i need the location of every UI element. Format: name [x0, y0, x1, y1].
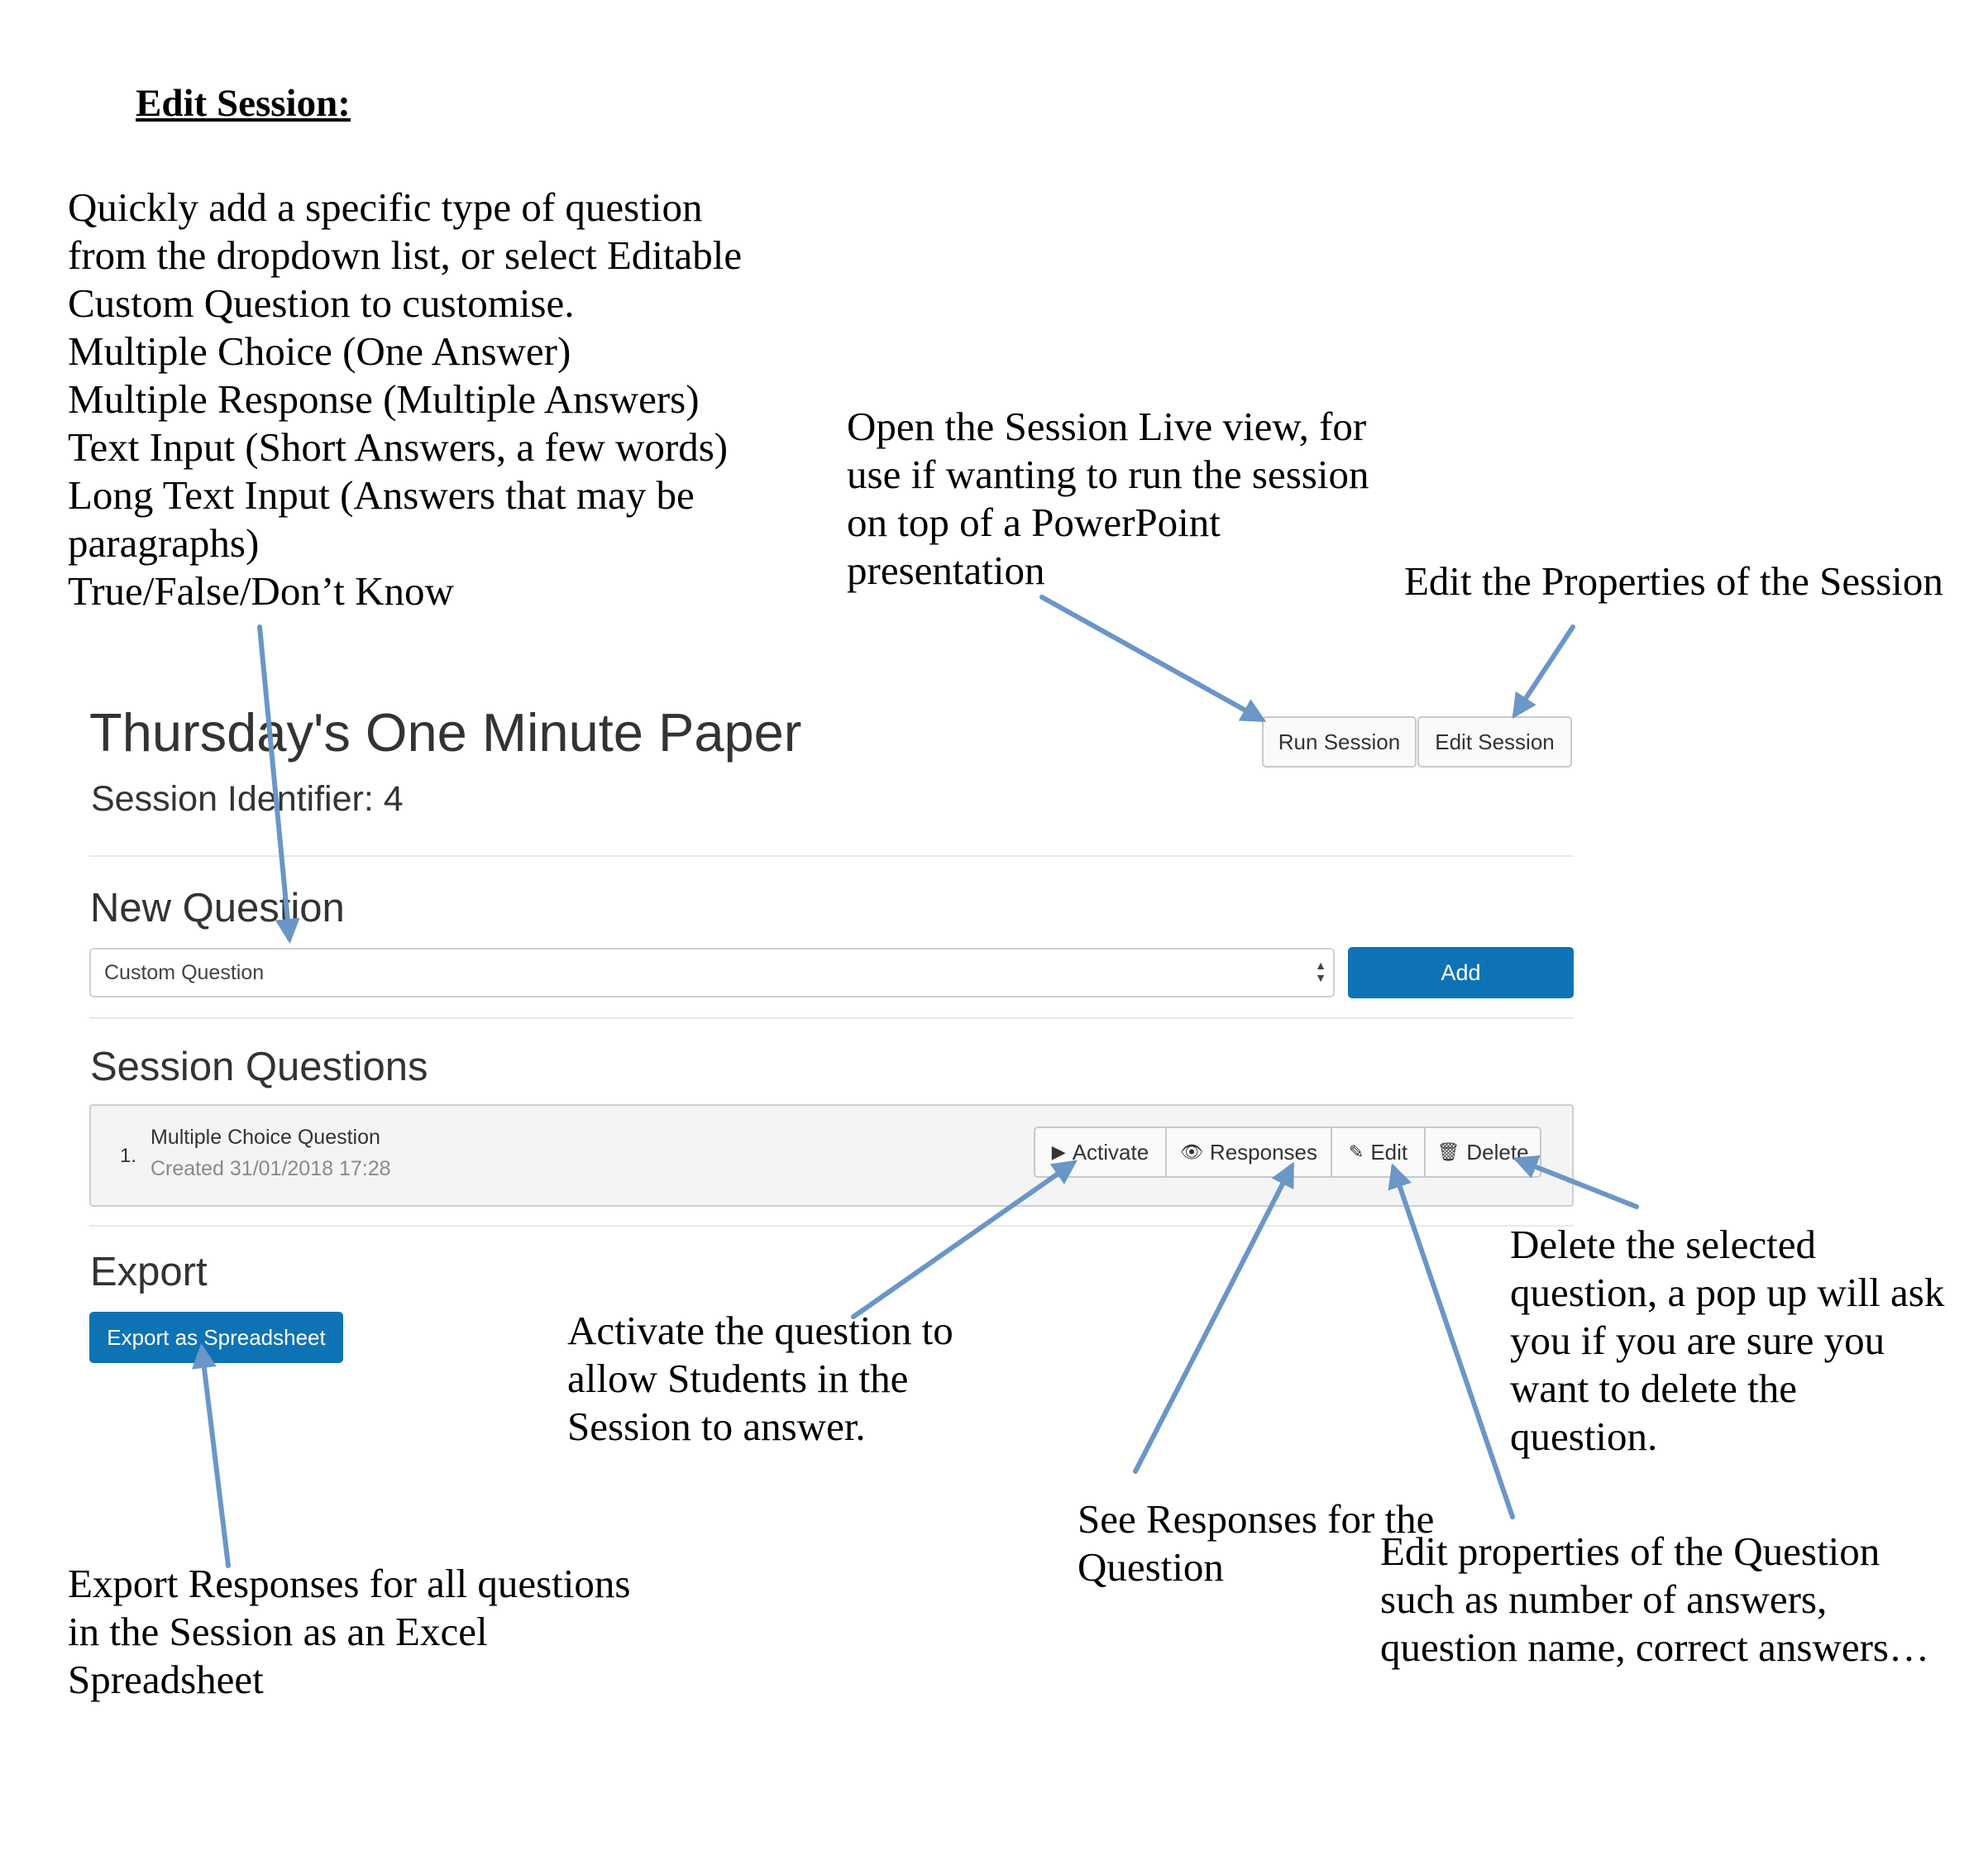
arrow-run-session	[1039, 595, 1267, 722]
export-heading: Export	[90, 1250, 208, 1294]
note-line: Edit the Properties of the Session	[1404, 558, 1943, 604]
select-arrows-icon: ▲ ▼	[1315, 959, 1326, 984]
activate-button[interactable]: ▶ Activate	[1034, 1127, 1167, 1178]
divider	[89, 855, 1574, 857]
note-line: Delete the selected	[1510, 1222, 1817, 1267]
edit-label: Edit	[1370, 1139, 1408, 1165]
note-line: Spreadsheet	[68, 1657, 264, 1702]
note-line: Session to answer.	[567, 1404, 866, 1449]
arrow-responses	[1133, 1161, 1294, 1474]
note-edit-session: Edit the Properties of the Session	[1404, 557, 1943, 605]
question-type-select[interactable]: Custom Question ▲ ▼	[89, 948, 1335, 997]
note-line: Multiple Response (Multiple Answers)	[68, 376, 700, 422]
delete-question-button[interactable]: 🗑 Delete	[1424, 1127, 1541, 1178]
note-new-question: Quickly add a specific type of question …	[68, 184, 742, 615]
note-run-session: Open the Session Live view, for use if w…	[847, 403, 1369, 595]
delete-label: Delete	[1466, 1139, 1529, 1165]
note-delete: Delete the selected question, a pop up w…	[1510, 1221, 1944, 1461]
select-value: Custom Question	[104, 960, 265, 984]
note-line: Open the Session Live view, for	[847, 404, 1367, 449]
eye-icon: 👁	[1179, 1141, 1203, 1162]
note-line: Custom Question to customise.	[68, 280, 575, 326]
run-session-button[interactable]: Run Session	[1262, 716, 1417, 768]
new-question-heading: New Question	[90, 886, 345, 930]
edit-session-button[interactable]: Edit Session	[1417, 716, 1572, 768]
play-icon: ▶	[1051, 1141, 1066, 1162]
note-line: question, a pop up will ask	[1510, 1270, 1945, 1315]
arrow-edit-question	[1388, 1163, 1515, 1519]
note-line: you if you are sure you	[1510, 1318, 1885, 1363]
question-number: 1.	[120, 1145, 137, 1167]
note-line: such as number of answers,	[1380, 1576, 1828, 1622]
note-line: presentation	[847, 548, 1045, 593]
note-export: Export Responses for all questions in th…	[68, 1560, 630, 1704]
responses-button[interactable]: 👁 Responses	[1165, 1127, 1332, 1178]
note-line: from the dropdown list, or select Editab…	[68, 232, 743, 278]
note-line: Edit properties of the Question	[1380, 1528, 1880, 1574]
arrow-edit-session	[1512, 624, 1575, 720]
note-line: Multiple Choice (One Answer)	[68, 328, 571, 374]
question-actions: ▶ Activate 👁 Responses ✎ Edit 🗑 Delete	[1034, 1127, 1541, 1178]
note-edit-question: Edit properties of the Question such as …	[1380, 1528, 1929, 1672]
note-line: Activate the question to	[567, 1308, 953, 1353]
responses-label: Responses	[1209, 1139, 1317, 1165]
note-line: on top of a PowerPoint	[847, 500, 1221, 545]
note-line: True/False/Don’t Know	[68, 568, 454, 614]
edit-question-button[interactable]: ✎ Edit	[1331, 1127, 1426, 1178]
note-line: Export Responses for all questions	[68, 1561, 631, 1606]
divider	[89, 1017, 1574, 1019]
note-line: Long Text Input (Answers that may be	[68, 472, 695, 518]
note-line: paragraphs)	[68, 520, 260, 566]
add-question-button[interactable]: Add	[1348, 947, 1574, 998]
question-name: Multiple Choice Question	[151, 1126, 380, 1149]
note-line: use if wanting to run the session	[847, 452, 1369, 497]
activate-label: Activate	[1072, 1139, 1149, 1165]
session-identifier: Session Identifier: 4	[91, 779, 404, 819]
session-title: Thursday's One Minute Paper	[89, 702, 802, 763]
question-created-date: Created 31/01/2018 17:28	[151, 1157, 391, 1180]
note-line: Quickly add a specific type of question	[68, 184, 703, 230]
trash-icon: 🗑	[1436, 1141, 1460, 1162]
arrow-export	[192, 1343, 231, 1568]
document-heading: Edit Session:	[136, 82, 351, 125]
session-questions-heading: Session Questions	[90, 1045, 428, 1089]
note-line: in the Session as an Excel	[68, 1609, 488, 1654]
note-line: question name, correct answers…	[1380, 1624, 1929, 1670]
export-spreadsheet-button[interactable]: Export as Spreadsheet	[89, 1312, 343, 1363]
note-line: want to delete the	[1510, 1366, 1797, 1411]
note-line: Text Input (Short Answers, a few words)	[68, 424, 729, 470]
note-line: question.	[1510, 1414, 1658, 1459]
divider	[89, 1225, 1574, 1227]
note-activate: Activate the question to allow Students …	[567, 1307, 953, 1451]
pencil-icon: ✎	[1348, 1141, 1364, 1162]
note-line: allow Students in the	[567, 1356, 909, 1401]
